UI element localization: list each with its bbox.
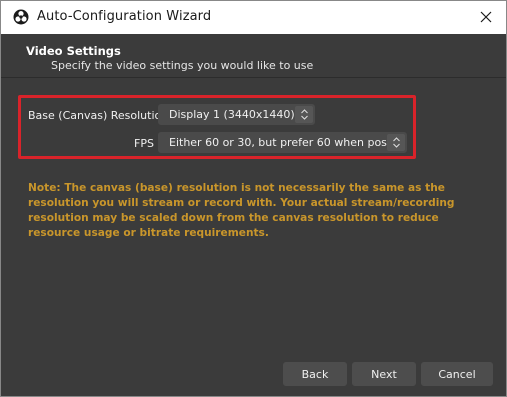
cancel-button[interactable]: Cancel [421, 362, 493, 386]
title-bar: Auto-Configuration Wizard [1, 1, 506, 34]
close-button[interactable] [476, 7, 496, 27]
resolution-select[interactable]: Display 1 (3440x1440) [158, 104, 315, 125]
back-button[interactable]: Back [283, 362, 347, 386]
fps-label: FPS [134, 137, 154, 150]
obs-logo-icon [13, 9, 29, 25]
next-button[interactable]: Next [352, 362, 416, 386]
up-down-chevron-icon[interactable] [295, 106, 313, 123]
page-title: Video Settings [26, 44, 121, 58]
fps-value: Either 60 or 30, but prefer 60 when poss… [169, 136, 406, 149]
resolution-note: Note: The canvas (base) resolution is no… [28, 182, 455, 239]
resolution-value: Display 1 (3440x1440) [169, 108, 295, 121]
fps-select[interactable]: Either 60 or 30, but prefer 60 when poss… [158, 132, 407, 153]
wizard-window: Auto-Configuration Wizard Video Settings… [0, 0, 507, 397]
window-title: Auto-Configuration Wizard [37, 9, 212, 24]
page-subtitle: Specify the video settings you would lik… [51, 59, 314, 72]
resolution-label: Base (Canvas) Resolution [28, 109, 169, 122]
up-down-chevron-icon[interactable] [387, 134, 405, 151]
page-header: Video Settings Specify the video setting… [1, 34, 506, 78]
close-icon [480, 11, 492, 23]
